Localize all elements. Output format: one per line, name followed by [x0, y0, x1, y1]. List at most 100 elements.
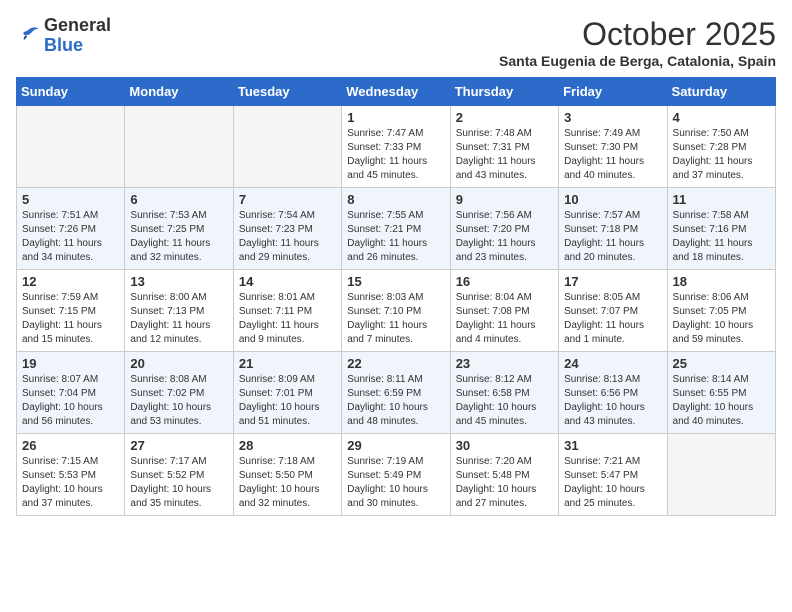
day-info: Sunrise: 7:51 AM Sunset: 7:26 PM Dayligh…	[22, 209, 119, 265]
day-number: 9	[456, 192, 553, 207]
day-number: 22	[347, 356, 444, 371]
calendar-day-cell: 9 Sunrise: 7:56 AM Sunset: 7:20 PM Daylig…	[450, 188, 558, 270]
day-number: 7	[239, 192, 336, 207]
header-monday: Monday	[125, 78, 233, 106]
page-header: General Blue October 2025 Santa Eugenia …	[16, 16, 776, 69]
calendar-day-cell: 23 Sunrise: 8:12 AM Sunset: 6:58 PM Dayli…	[450, 352, 558, 434]
day-number: 26	[22, 438, 119, 453]
header-thursday: Thursday	[450, 78, 558, 106]
day-number: 23	[456, 356, 553, 371]
day-info: Sunrise: 7:49 AM Sunset: 7:30 PM Dayligh…	[564, 127, 661, 183]
day-number: 11	[673, 192, 770, 207]
day-number: 18	[673, 274, 770, 289]
calendar-day-cell: 27Sunrise: 7:17 AM Sunset: 5:52 PM Dayli…	[125, 434, 233, 516]
header-tuesday: Tuesday	[233, 78, 341, 106]
day-info: Sunrise: 8:11 AM Sunset: 6:59 PM Dayligh…	[347, 373, 444, 429]
calendar-day-cell: 16 Sunrise: 8:04 AM Sunset: 7:08 PM Dayli…	[450, 270, 558, 352]
calendar-day-cell: 24Sunrise: 8:13 AM Sunset: 6:56 PM Dayli…	[559, 352, 667, 434]
day-info: Sunrise: 8:12 AM Sunset: 6:58 PM Dayligh…	[456, 373, 553, 429]
title-section: October 2025 Santa Eugenia de Berga, Cat…	[499, 16, 776, 69]
header-wednesday: Wednesday	[342, 78, 450, 106]
day-info: Sunrise: 7:21 AM Sunset: 5:47 PM Dayligh…	[564, 455, 661, 511]
day-number: 15	[347, 274, 444, 289]
calendar-day-cell: 21 Sunrise: 8:09 AM Sunset: 7:01 PM Dayli…	[233, 352, 341, 434]
calendar-day-cell: 18 Sunrise: 8:06 AM Sunset: 7:05 PM Dayli…	[667, 270, 775, 352]
calendar-week-row: 26 Sunrise: 7:15 AM Sunset: 5:53 PM Dayli…	[17, 434, 776, 516]
day-number: 12	[22, 274, 119, 289]
calendar-day-cell: 10Sunrise: 7:57 AM Sunset: 7:18 PM Dayli…	[559, 188, 667, 270]
day-info: Sunrise: 8:04 AM Sunset: 7:08 PM Dayligh…	[456, 291, 553, 347]
day-number: 2	[456, 110, 553, 125]
day-info: Sunrise: 7:17 AM Sunset: 5:52 PM Dayligh…	[130, 455, 227, 511]
calendar-week-row: 1 Sunrise: 7:47 AM Sunset: 7:33 PM Daylig…	[17, 106, 776, 188]
location-subtitle: Santa Eugenia de Berga, Catalonia, Spain	[499, 53, 776, 69]
logo-line1: General	[44, 16, 111, 36]
day-number: 21	[239, 356, 336, 371]
header-saturday: Saturday	[667, 78, 775, 106]
calendar-day-cell: 15Sunrise: 8:03 AM Sunset: 7:10 PM Dayli…	[342, 270, 450, 352]
calendar-day-cell: 22 Sunrise: 8:11 AM Sunset: 6:59 PM Dayli…	[342, 352, 450, 434]
day-number: 29	[347, 438, 444, 453]
calendar-day-cell: 31 Sunrise: 7:21 AM Sunset: 5:47 PM Dayli…	[559, 434, 667, 516]
calendar-day-cell: 19Sunrise: 8:07 AM Sunset: 7:04 PM Dayli…	[17, 352, 125, 434]
logo: General Blue	[16, 16, 111, 56]
calendar-day-cell: 3 Sunrise: 7:49 AM Sunset: 7:30 PM Daylig…	[559, 106, 667, 188]
calendar-day-cell: 30 Sunrise: 7:20 AM Sunset: 5:48 PM Dayli…	[450, 434, 558, 516]
calendar-week-row: 19Sunrise: 8:07 AM Sunset: 7:04 PM Dayli…	[17, 352, 776, 434]
day-number: 5	[22, 192, 119, 207]
day-info: Sunrise: 7:18 AM Sunset: 5:50 PM Dayligh…	[239, 455, 336, 511]
calendar-day-cell: 12Sunrise: 7:59 AM Sunset: 7:15 PM Dayli…	[17, 270, 125, 352]
calendar-day-cell: 14Sunrise: 8:01 AM Sunset: 7:11 PM Dayli…	[233, 270, 341, 352]
day-number: 20	[130, 356, 227, 371]
day-number: 31	[564, 438, 661, 453]
day-info: Sunrise: 7:55 AM Sunset: 7:21 PM Dayligh…	[347, 209, 444, 265]
day-number: 30	[456, 438, 553, 453]
day-number: 16	[456, 274, 553, 289]
day-info: Sunrise: 7:56 AM Sunset: 7:20 PM Dayligh…	[456, 209, 553, 265]
day-info: Sunrise: 8:14 AM Sunset: 6:55 PM Dayligh…	[673, 373, 770, 429]
calendar-day-cell: 29 Sunrise: 7:19 AM Sunset: 5:49 PM Dayli…	[342, 434, 450, 516]
day-info: Sunrise: 7:20 AM Sunset: 5:48 PM Dayligh…	[456, 455, 553, 511]
month-title: October 2025	[499, 16, 776, 53]
calendar-day-cell: 20 Sunrise: 8:08 AM Sunset: 7:02 PM Dayli…	[125, 352, 233, 434]
calendar-day-cell	[125, 106, 233, 188]
calendar-day-cell: 7Sunrise: 7:54 AM Sunset: 7:23 PM Daylig…	[233, 188, 341, 270]
calendar-week-row: 12Sunrise: 7:59 AM Sunset: 7:15 PM Dayli…	[17, 270, 776, 352]
day-number: 24	[564, 356, 661, 371]
day-number: 8	[347, 192, 444, 207]
day-info: Sunrise: 8:08 AM Sunset: 7:02 PM Dayligh…	[130, 373, 227, 429]
day-number: 6	[130, 192, 227, 207]
day-number: 4	[673, 110, 770, 125]
day-number: 17	[564, 274, 661, 289]
calendar-day-cell	[667, 434, 775, 516]
calendar-day-cell: 5 Sunrise: 7:51 AM Sunset: 7:26 PM Daylig…	[17, 188, 125, 270]
calendar-day-cell: 25Sunrise: 8:14 AM Sunset: 6:55 PM Dayli…	[667, 352, 775, 434]
day-info: Sunrise: 8:06 AM Sunset: 7:05 PM Dayligh…	[673, 291, 770, 347]
day-info: Sunrise: 8:05 AM Sunset: 7:07 PM Dayligh…	[564, 291, 661, 347]
day-info: Sunrise: 7:58 AM Sunset: 7:16 PM Dayligh…	[673, 209, 770, 265]
calendar-day-cell: 8 Sunrise: 7:55 AM Sunset: 7:21 PM Daylig…	[342, 188, 450, 270]
calendar-day-cell: 17 Sunrise: 8:05 AM Sunset: 7:07 PM Dayli…	[559, 270, 667, 352]
day-number: 13	[130, 274, 227, 289]
calendar-day-cell	[17, 106, 125, 188]
day-number: 1	[347, 110, 444, 125]
calendar-day-cell: 26 Sunrise: 7:15 AM Sunset: 5:53 PM Dayli…	[17, 434, 125, 516]
day-info: Sunrise: 8:00 AM Sunset: 7:13 PM Dayligh…	[130, 291, 227, 347]
day-info: Sunrise: 8:09 AM Sunset: 7:01 PM Dayligh…	[239, 373, 336, 429]
calendar-week-row: 5 Sunrise: 7:51 AM Sunset: 7:26 PM Daylig…	[17, 188, 776, 270]
header-friday: Friday	[559, 78, 667, 106]
day-info: Sunrise: 7:47 AM Sunset: 7:33 PM Dayligh…	[347, 127, 444, 183]
calendar-day-cell: 6 Sunrise: 7:53 AM Sunset: 7:25 PM Daylig…	[125, 188, 233, 270]
day-info: Sunrise: 8:01 AM Sunset: 7:11 PM Dayligh…	[239, 291, 336, 347]
day-info: Sunrise: 7:53 AM Sunset: 7:25 PM Dayligh…	[130, 209, 227, 265]
day-info: Sunrise: 7:19 AM Sunset: 5:49 PM Dayligh…	[347, 455, 444, 511]
day-number: 3	[564, 110, 661, 125]
calendar-day-cell: 13 Sunrise: 8:00 AM Sunset: 7:13 PM Dayli…	[125, 270, 233, 352]
calendar-day-cell	[233, 106, 341, 188]
day-info: Sunrise: 7:50 AM Sunset: 7:28 PM Dayligh…	[673, 127, 770, 183]
header-sunday: Sunday	[17, 78, 125, 106]
calendar-day-cell: 28 Sunrise: 7:18 AM Sunset: 5:50 PM Dayli…	[233, 434, 341, 516]
day-number: 28	[239, 438, 336, 453]
calendar-day-cell: 11 Sunrise: 7:58 AM Sunset: 7:16 PM Dayli…	[667, 188, 775, 270]
day-info: Sunrise: 7:15 AM Sunset: 5:53 PM Dayligh…	[22, 455, 119, 511]
